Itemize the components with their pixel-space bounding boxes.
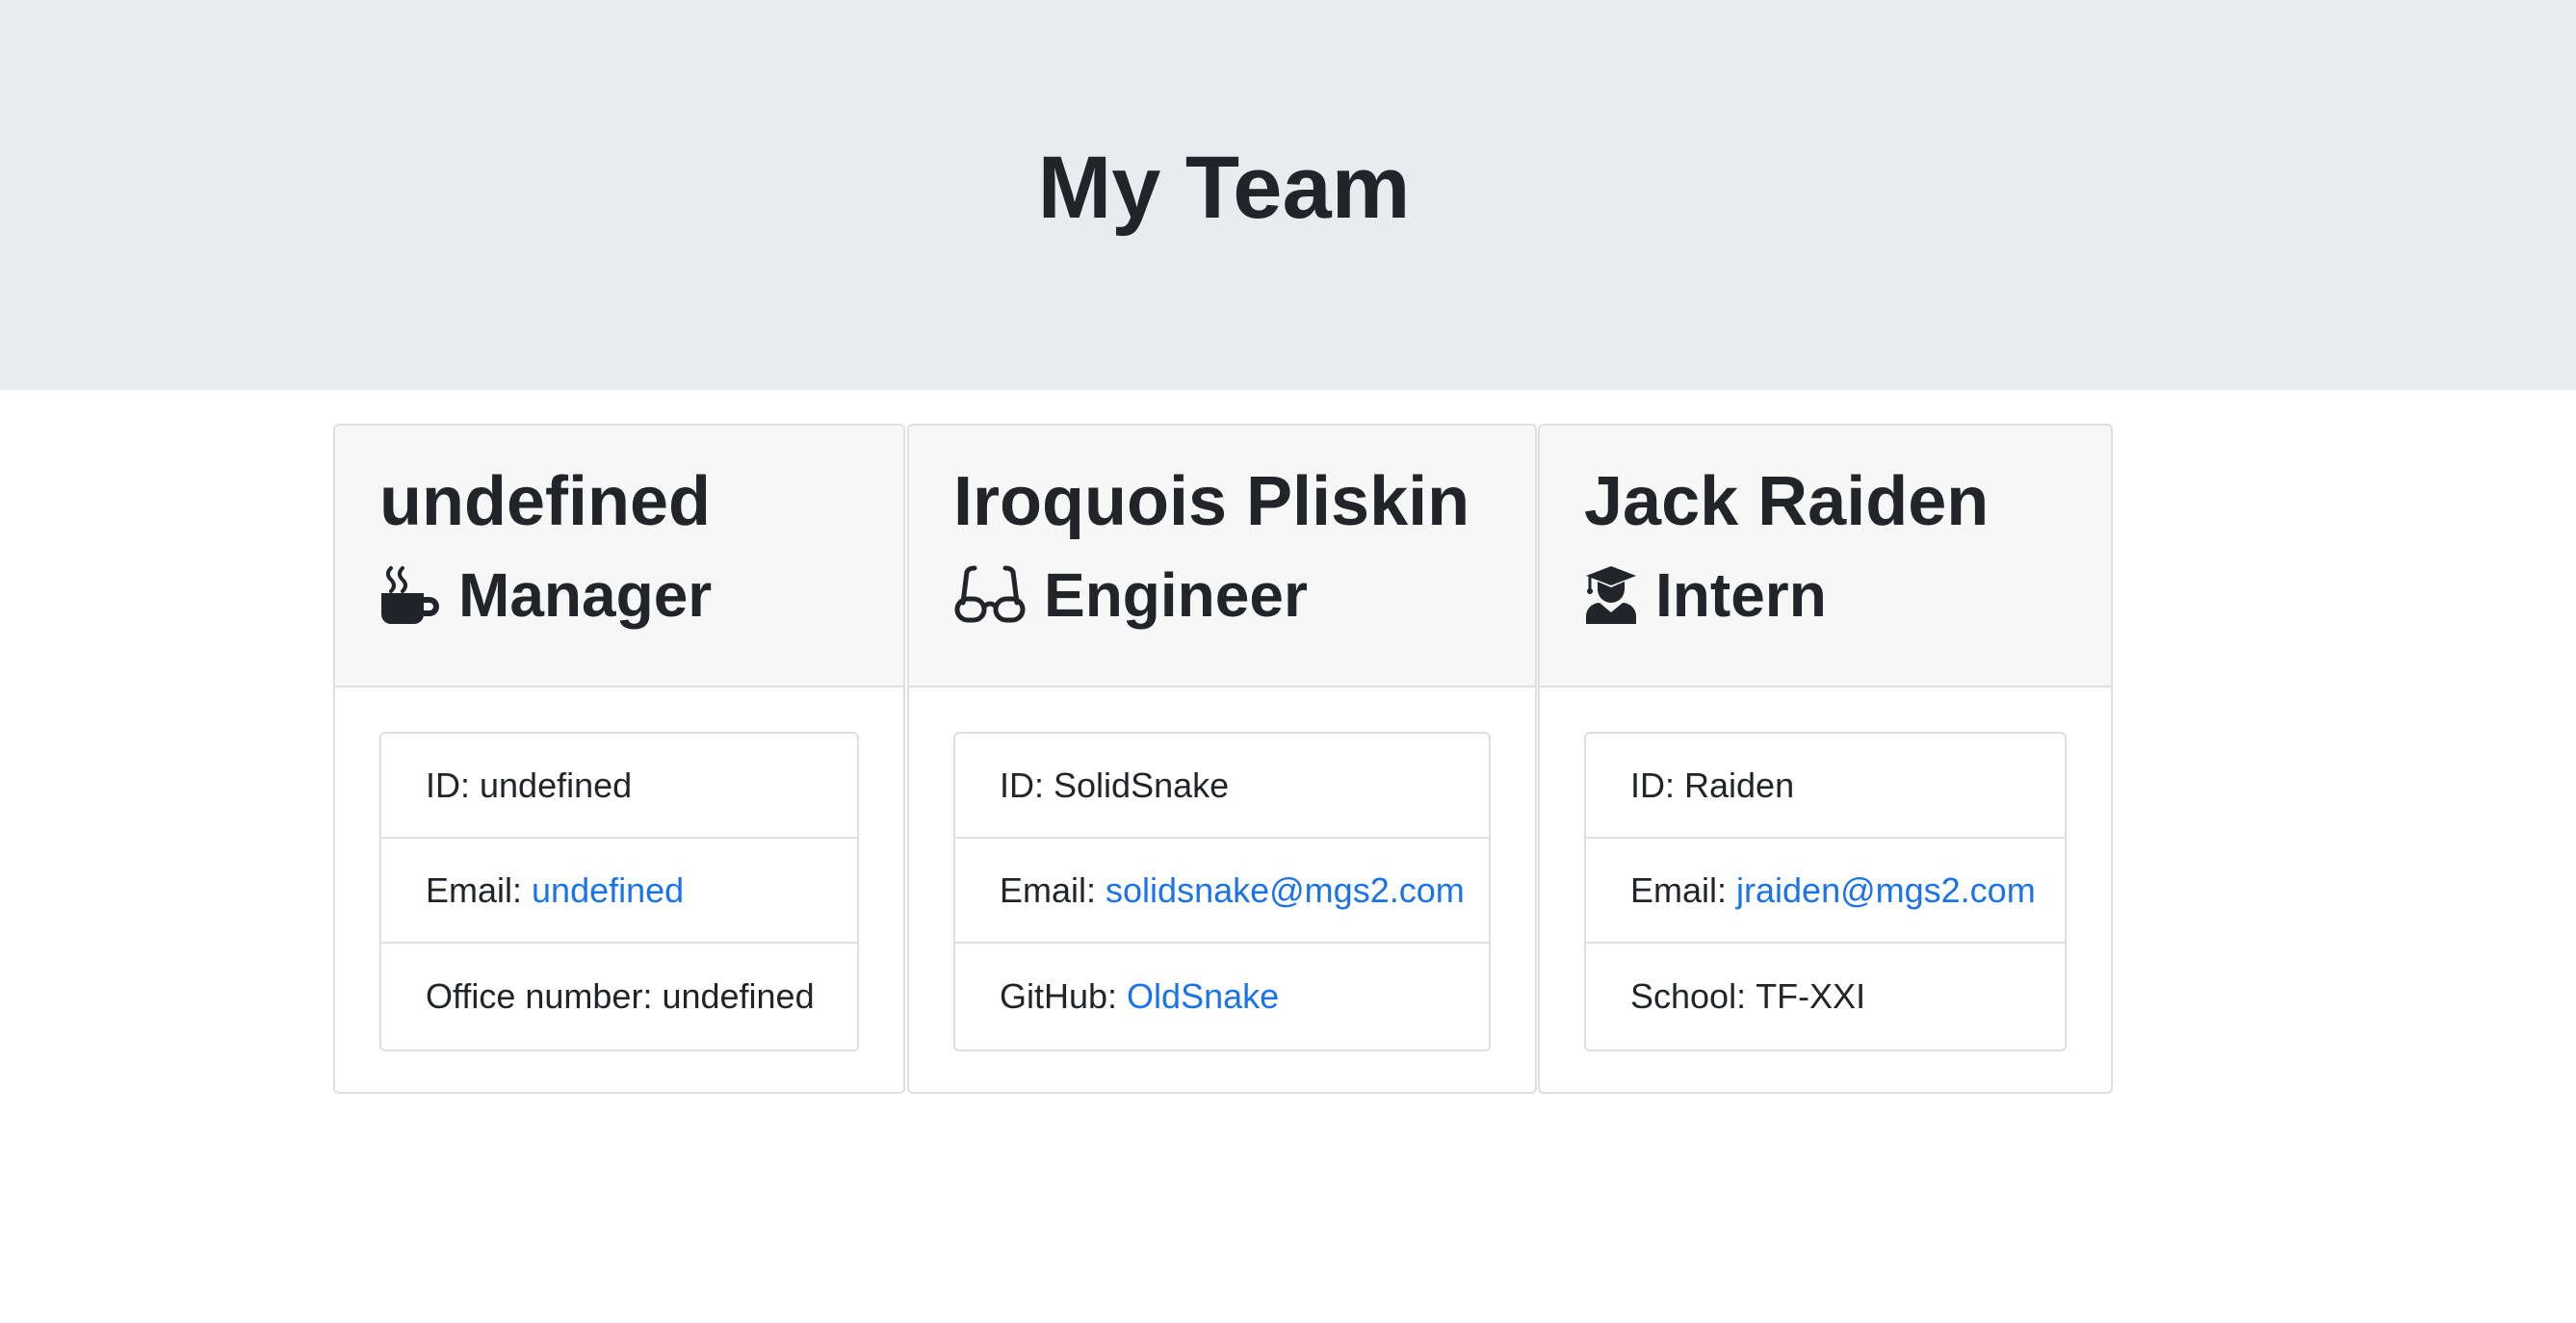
office-number-value: undefined — [662, 976, 815, 1016]
employee-card-intern: Jack Raiden Intern ID: Raiden Email: jra… — [1538, 424, 2113, 1094]
card-header: Iroquois Pliskin Engineer — [909, 426, 1535, 687]
coffee-mug-icon — [379, 564, 441, 626]
email-link[interactable]: solidsnake@mgs2.com — [1106, 870, 1465, 911]
employee-role: Manager — [379, 557, 712, 634]
id-label: ID: — [1630, 765, 1676, 805]
school-value: TF-XXI — [1756, 976, 1866, 1016]
email-link[interactable]: jraiden@mgs2.com — [1736, 870, 2036, 911]
employee-name: Iroquois Pliskin — [953, 463, 1470, 540]
github-label: GitHub: — [1000, 976, 1118, 1016]
id-value: Raiden — [1684, 765, 1795, 805]
role-label: Manager — [458, 560, 713, 630]
id-value: undefined — [480, 765, 633, 805]
list-item-id: ID: undefined — [381, 734, 857, 839]
email-label: Email: — [426, 869, 523, 910]
employee-name: Jack Raiden — [1584, 463, 1990, 540]
card-header: undefined Manager — [335, 426, 903, 687]
details-list: ID: SolidSnake Email: solidsnake@mgs2.co… — [953, 732, 1491, 1051]
list-item-office: Office number: undefined — [381, 944, 857, 1050]
list-item-email: Email: solidsnake@mgs2.com — [955, 839, 1489, 944]
office-number-label: Office number: — [426, 976, 653, 1016]
email-link[interactable]: undefined — [532, 870, 684, 911]
details-list: ID: Raiden Email: jraiden@mgs2.com Schoo… — [1584, 732, 2067, 1051]
card-header: Jack Raiden Intern — [1540, 426, 2111, 687]
employee-name: undefined — [379, 463, 711, 540]
github-link[interactable]: OldSnake — [1127, 976, 1279, 1017]
list-item-email: Email: jraiden@mgs2.com — [1586, 839, 2065, 944]
role-label: Engineer — [1044, 560, 1308, 630]
email-label: Email: — [1630, 869, 1728, 910]
graduate-icon — [1584, 564, 1638, 626]
jumbotron-header: My Team — [0, 0, 2576, 390]
id-label: ID: — [426, 765, 471, 805]
employee-role: Engineer — [953, 557, 1308, 634]
school-label: School: — [1630, 976, 1747, 1016]
list-item-school: School: TF-XXI — [1586, 944, 2065, 1050]
id-label: ID: — [1000, 765, 1045, 805]
role-label: Intern — [1655, 560, 1827, 630]
details-list: ID: undefined Email: undefined Office nu… — [379, 732, 859, 1051]
list-item-github: GitHub: OldSnake — [955, 944, 1489, 1050]
employee-role: Intern — [1584, 557, 1827, 634]
list-item-id: ID: SolidSnake — [955, 734, 1489, 839]
glasses-icon — [953, 564, 1027, 626]
list-item-id: ID: Raiden — [1586, 734, 2065, 839]
page-title: My Team — [1037, 139, 1411, 237]
email-label: Email: — [1000, 869, 1097, 910]
employee-card-engineer: Iroquois Pliskin Engineer ID: SolidSnake… — [907, 424, 1537, 1094]
list-item-email: Email: undefined — [381, 839, 857, 944]
employee-card-manager: undefined Manager ID: undefined Email: u… — [333, 424, 905, 1094]
id-value: SolidSnake — [1054, 765, 1230, 805]
